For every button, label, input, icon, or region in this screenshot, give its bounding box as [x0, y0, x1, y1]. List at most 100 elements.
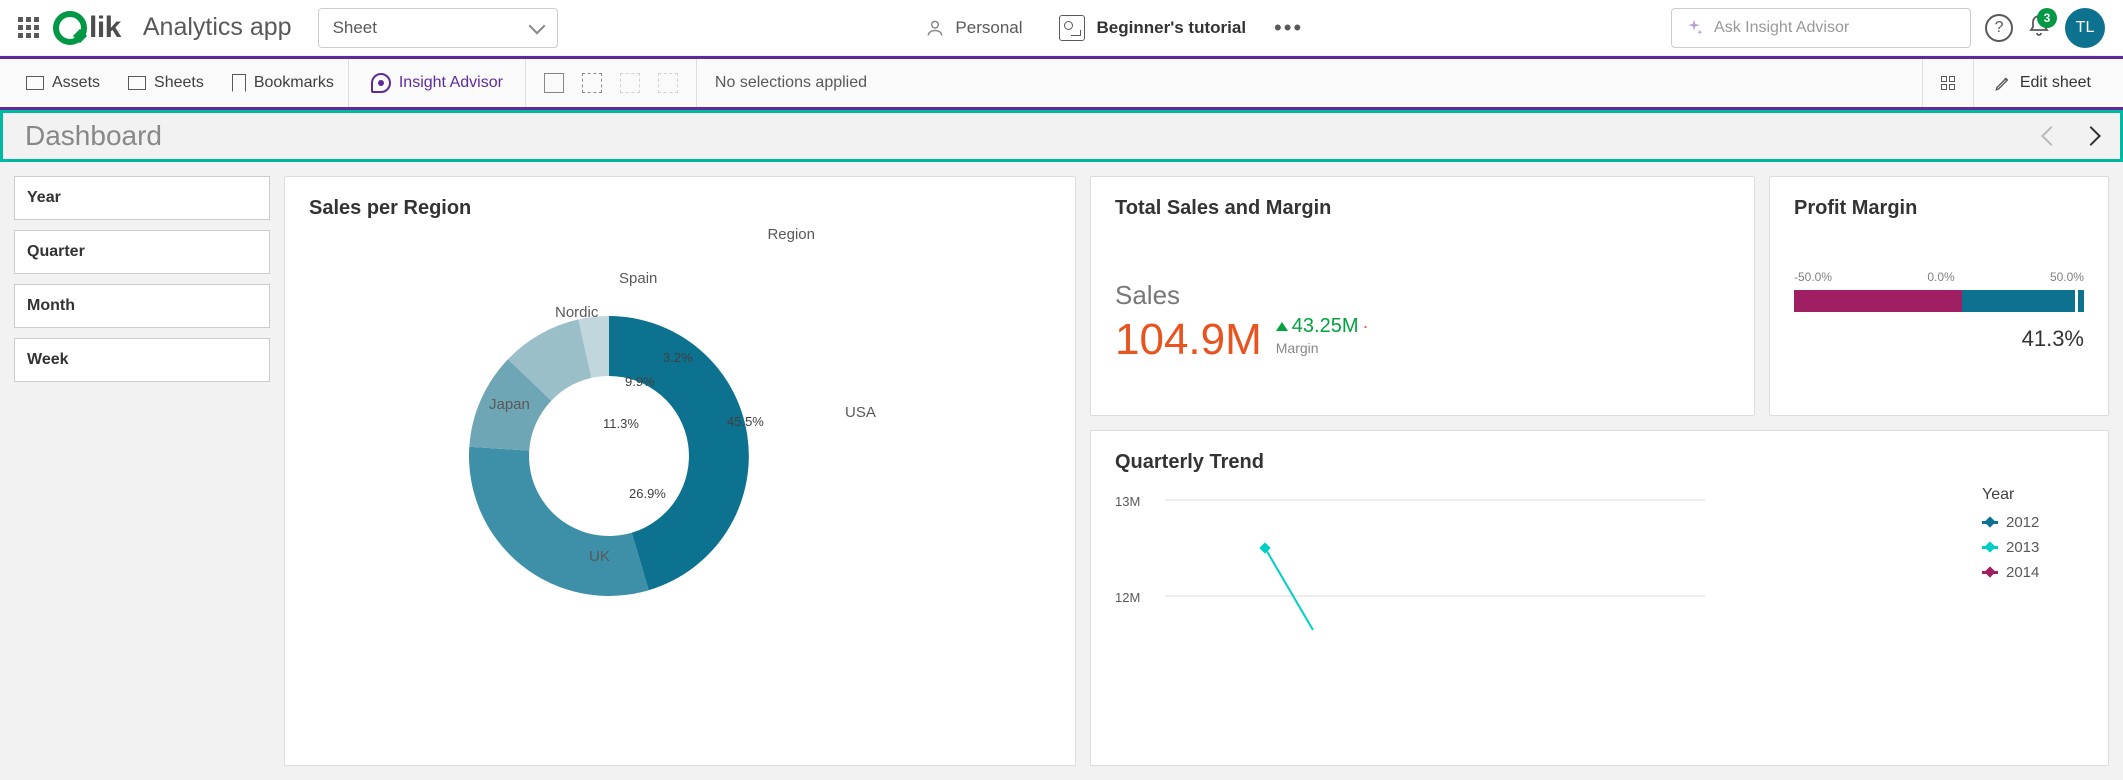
donut-chart[interactable]: Region Spain Nordic Japan UK USA 45.5% 2… — [309, 226, 1051, 726]
quarterly-trend-card[interactable]: Quarterly Trend 13M 12M Year 2012 2013 — [1090, 430, 2109, 766]
top-bar: lik Analytics app Sheet Personal Beginne… — [0, 0, 2123, 56]
sheet-title-bar: Dashboard — [0, 110, 2123, 162]
bookmarks-button[interactable]: Bookmarks — [218, 59, 348, 107]
pct-japan: 11.3% — [603, 416, 639, 431]
insight-icon — [371, 73, 391, 93]
gauge-bar — [1794, 290, 2084, 312]
notifications-button[interactable]: 3 — [2027, 14, 2051, 41]
filter-year[interactable]: Year — [14, 176, 270, 220]
filter-month[interactable]: Month — [14, 284, 270, 328]
pct-uk: 26.9% — [629, 486, 666, 501]
notif-badge: 3 — [2037, 8, 2057, 28]
apps-grid-icon[interactable] — [18, 17, 39, 38]
dot-icon: · — [1362, 316, 1368, 337]
filter-week[interactable]: Week — [14, 338, 270, 382]
insight-label: Insight Advisor — [399, 74, 503, 92]
gauge-marker — [2075, 290, 2078, 312]
edit-label: Edit sheet — [2020, 74, 2091, 92]
sheet-grid-button[interactable] — [1922, 59, 1973, 107]
app-icon — [1059, 15, 1085, 41]
card-title: Quarterly Trend — [1115, 451, 2084, 474]
ask-insight-input[interactable]: Ask Insight Advisor — [1671, 8, 1971, 48]
label-usa: USA — [845, 404, 876, 421]
user-avatar[interactable]: TL — [2065, 8, 2105, 48]
scale-min: -50.0% — [1794, 270, 1832, 284]
selection-tools — [526, 59, 697, 107]
card-title: Total Sales and Margin — [1115, 197, 1730, 220]
person-icon — [925, 18, 945, 38]
qlik-wordmark: lik — [89, 11, 121, 45]
sheet-canvas: Year Quarter Month Week Sales per Region… — [0, 162, 2123, 780]
gauge-segment-1 — [1794, 290, 1962, 312]
sheets-label: Sheets — [154, 74, 204, 92]
next-sheet-button[interactable] — [2081, 126, 2101, 146]
sheet-nav — [2044, 129, 2098, 143]
filter-pane: Year Quarter Month Week — [14, 176, 270, 766]
scale-max: 50.0% — [2050, 270, 2084, 284]
qlik-logo[interactable]: lik — [53, 11, 121, 45]
prev-sheet-button — [2041, 126, 2061, 146]
pencil-icon — [1994, 74, 2012, 92]
bookmark-icon — [232, 74, 246, 92]
y-tick-13m: 13M — [1115, 494, 1140, 509]
label-nordic: Nordic — [555, 304, 598, 321]
gauge-value: 41.3% — [1794, 326, 2084, 352]
gauge-segment-2 — [1962, 290, 2084, 312]
kpi-sub-label: Margin — [1276, 340, 1369, 356]
filter-quarter[interactable]: Quarter — [14, 230, 270, 274]
label-spain: Spain — [619, 270, 657, 287]
sheets-icon — [128, 76, 146, 90]
legend-dot-icon — [1982, 521, 1998, 524]
kpi-value: 104.9M — [1115, 315, 1262, 365]
assets-label: Assets — [52, 74, 100, 92]
legend-dot-icon — [1982, 571, 1998, 574]
chevron-down-icon — [528, 17, 545, 34]
card-title: Sales per Region — [309, 197, 1051, 220]
assets-icon — [26, 76, 44, 90]
scale-mid: 0.0% — [1927, 270, 1954, 284]
pct-nordic: 9.9% — [625, 374, 655, 389]
tutorial-label: Beginner's tutorial — [1097, 18, 1247, 38]
kpi-sub-value: 43.25M — [1292, 315, 1359, 338]
more-menu-icon[interactable]: ••• — [1274, 15, 1303, 41]
help-button[interactable]: ? — [1985, 14, 2013, 42]
legend-title: Region — [767, 226, 815, 243]
slice-uk[interactable] — [469, 447, 649, 596]
sheets-button[interactable]: Sheets — [114, 59, 218, 107]
step-back-icon — [620, 73, 640, 93]
ask-placeholder: Ask Insight Advisor — [1714, 19, 1849, 37]
label-japan: Japan — [489, 396, 530, 413]
card-title: Profit Margin — [1794, 197, 2084, 220]
total-sales-kpi-card[interactable]: Total Sales and Margin Sales 104.9M 43.2… — [1090, 176, 1755, 416]
step-fwd-icon — [658, 73, 678, 93]
app-name: Analytics app — [143, 13, 292, 42]
label-uk: UK — [589, 548, 610, 565]
trend-up-icon — [1276, 322, 1288, 331]
edit-sheet-button[interactable]: Edit sheet — [1973, 59, 2111, 107]
kpi-label: Sales — [1115, 280, 1730, 311]
point-2013 — [1259, 542, 1270, 553]
line-2013 — [1265, 548, 1313, 630]
assets-button[interactable]: Assets — [12, 59, 114, 107]
sheet-dropdown[interactable]: Sheet — [318, 8, 558, 48]
legend-dot-icon — [1982, 546, 1998, 549]
toolbar-highlight: Assets Sheets Bookmarks Insight Advisor … — [0, 56, 2123, 110]
gauge-scale: -50.0% 0.0% 50.0% — [1794, 270, 2084, 284]
insight-advisor-button[interactable]: Insight Advisor — [348, 59, 526, 107]
sales-per-region-card[interactable]: Sales per Region Region Spain Nordic Jap… — [284, 176, 1076, 766]
trend-plot[interactable]: 13M 12M — [1115, 486, 1964, 746]
bookmarks-label: Bookmarks — [254, 74, 334, 92]
sparkle-icon — [1684, 18, 1704, 38]
profit-margin-card[interactable]: Profit Margin -50.0% 0.0% 50.0% 41.3% — [1769, 176, 2109, 416]
selections-tool-icon[interactable] — [582, 73, 602, 93]
personal-label: Personal — [955, 18, 1022, 38]
personal-space-button[interactable]: Personal — [925, 18, 1022, 38]
no-selections-label: No selections applied — [697, 74, 867, 92]
pct-spain: 3.2% — [663, 350, 693, 365]
toolbar: Assets Sheets Bookmarks Insight Advisor … — [0, 59, 2123, 107]
tutorial-link[interactable]: Beginner's tutorial — [1059, 15, 1247, 41]
y-tick-12m: 12M — [1115, 590, 1140, 605]
sheet-dropdown-label: Sheet — [333, 18, 377, 38]
smart-search-icon[interactable] — [544, 73, 564, 93]
qlik-q-icon — [53, 11, 87, 45]
